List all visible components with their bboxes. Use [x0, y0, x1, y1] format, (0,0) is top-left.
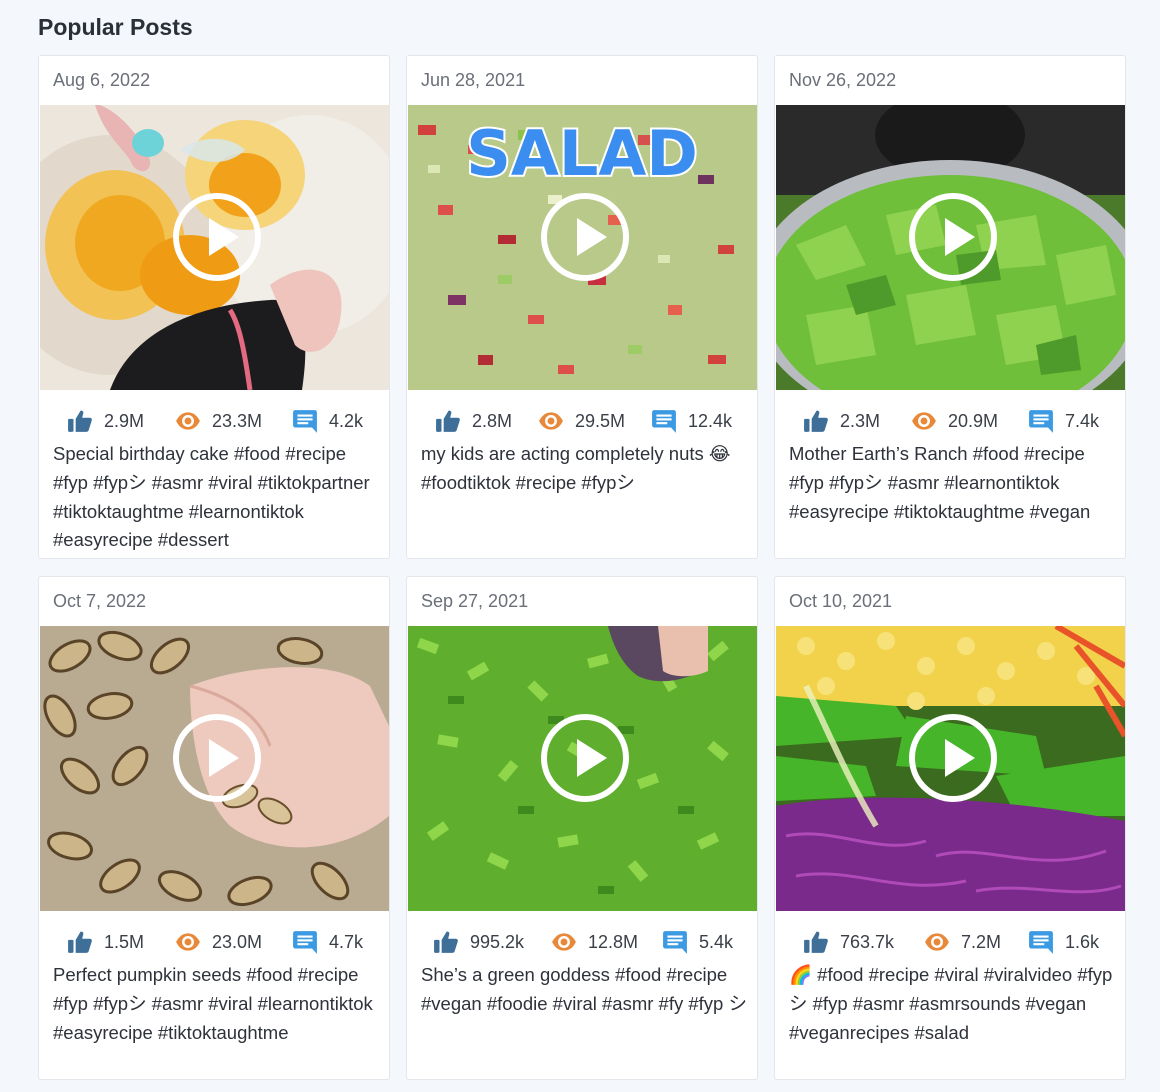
post-date: Nov 26, 2022 [789, 70, 897, 90]
likes-stat: 1.5M [67, 927, 144, 957]
post-caption: Mother Earth’s Ranch #food #recipe #fyp … [789, 443, 1091, 522]
eye-icon [551, 929, 577, 955]
comments-stat: 5.4k [662, 927, 733, 957]
play-icon[interactable] [909, 193, 997, 281]
likes-stat: 2.3M [803, 406, 880, 436]
post-stats: 1.5M 23.0M 4.7k [39, 927, 389, 957]
views-stat: 23.0M [175, 927, 262, 957]
views-count: 29.5M [575, 410, 626, 431]
likes-stat: 2.8M [435, 406, 512, 436]
post-stats: 2.8M 29.5M 12.4k [407, 406, 757, 436]
post-stats: 2.3M 20.9M 7.4k [775, 406, 1125, 436]
thumbs-up-icon [433, 929, 459, 955]
comment-icon [292, 408, 318, 434]
eye-icon [175, 408, 201, 434]
post-card[interactable]: Oct 10, 2021 763.7k 7.2M 1.6k 🌈 #food #r… [774, 576, 1126, 1080]
comment-icon [651, 408, 677, 434]
likes-stat: 763.7k [803, 927, 894, 957]
post-caption: Special birthday cake #food #recipe #fyp… [53, 443, 370, 551]
views-count: 20.9M [948, 410, 999, 431]
likes-count: 1.5M [104, 931, 145, 952]
post-date: Aug 6, 2022 [53, 70, 151, 90]
post-date: Sep 27, 2021 [421, 591, 529, 611]
eye-icon [924, 929, 950, 955]
eye-icon [911, 408, 937, 434]
thumbnail-text: SALAD [466, 117, 698, 190]
likes-stat: 995.2k [433, 927, 524, 957]
comments-count: 12.4k [688, 410, 733, 431]
play-icon[interactable] [541, 193, 629, 281]
views-count: 7.2M [961, 931, 1002, 952]
post-caption: She’s a green goddess #food #recipe #veg… [421, 964, 747, 1014]
views-stat: 29.5M [538, 406, 625, 436]
post-caption: 🌈 #food #recipe #viral #viralvideo #fypシ… [789, 964, 1113, 1043]
post-card[interactable]: Jun 28, 2021 SALAD 2.8M 29.5M 12.4k my k… [406, 55, 758, 559]
eye-icon [175, 929, 201, 955]
thumbs-up-icon [67, 929, 93, 955]
post-thumbnail[interactable] [40, 105, 389, 390]
play-icon[interactable] [173, 193, 261, 281]
post-caption: Perfect pumpkin seeds #food #recipe #fyp… [53, 964, 373, 1043]
comments-count: 4.7k [329, 931, 364, 952]
comment-icon [1028, 408, 1054, 434]
post-thumbnail[interactable] [408, 626, 757, 911]
post-caption: my kids are acting completely nuts 😂 #fo… [421, 443, 731, 493]
comment-icon [292, 929, 318, 955]
post-date: Jun 28, 2021 [421, 70, 526, 90]
post-thumbnail[interactable] [776, 105, 1125, 390]
post-date: Oct 10, 2021 [789, 591, 893, 611]
likes-count: 2.8M [472, 410, 513, 431]
likes-count: 995.2k [470, 931, 525, 952]
comments-count: 7.4k [1065, 410, 1100, 431]
eye-icon [538, 408, 564, 434]
views-stat: 23.3M [175, 406, 262, 436]
views-count: 23.3M [212, 410, 263, 431]
comments-count: 5.4k [699, 931, 734, 952]
views-count: 12.8M [588, 931, 639, 952]
likes-count: 763.7k [840, 931, 895, 952]
post-card[interactable]: Nov 26, 2022 2.3M 20.9M 7.4k Mother Eart… [774, 55, 1126, 559]
comment-icon [1028, 929, 1054, 955]
play-icon[interactable] [541, 714, 629, 802]
views-stat: 20.9M [911, 406, 998, 436]
play-icon[interactable] [909, 714, 997, 802]
post-card[interactable]: Oct 7, 2022 1.5M 23.0M 4.7k Perfect pump… [38, 576, 390, 1080]
post-thumbnail[interactable] [40, 626, 389, 911]
views-count: 23.0M [212, 931, 263, 952]
section-title: Popular Posts [38, 14, 193, 40]
comments-count: 1.6k [1065, 931, 1100, 952]
post-stats: 2.9M 23.3M 4.2k [39, 406, 389, 436]
comment-icon [662, 929, 688, 955]
post-stats: 995.2k 12.8M 5.4k [407, 927, 757, 957]
comments-count: 4.2k [329, 410, 364, 431]
post-card[interactable]: Aug 6, 2022 2.9M 23.3M 4.2k Special birt… [38, 55, 390, 559]
post-thumbnail[interactable] [776, 626, 1125, 911]
thumbs-up-icon [803, 408, 829, 434]
thumbs-up-icon [803, 929, 829, 955]
comments-stat: 1.6k [1028, 927, 1099, 957]
views-stat: 7.2M [924, 927, 1001, 957]
comments-stat: 4.2k [292, 406, 363, 436]
post-date: Oct 7, 2022 [53, 591, 147, 611]
comments-stat: 4.7k [292, 927, 363, 957]
comments-stat: 12.4k [651, 406, 732, 436]
post-stats: 763.7k 7.2M 1.6k [775, 927, 1125, 957]
post-card[interactable]: Sep 27, 2021 995.2k 12.8M 5.4k She’s a g… [406, 576, 758, 1080]
comments-stat: 7.4k [1028, 406, 1099, 436]
views-stat: 12.8M [551, 927, 638, 957]
likes-stat: 2.9M [67, 406, 144, 436]
post-thumbnail[interactable]: SALAD [408, 105, 757, 390]
likes-count: 2.3M [840, 410, 881, 431]
play-icon[interactable] [173, 714, 261, 802]
thumbs-up-icon [67, 408, 93, 434]
thumbs-up-icon [435, 408, 461, 434]
likes-count: 2.9M [104, 410, 145, 431]
